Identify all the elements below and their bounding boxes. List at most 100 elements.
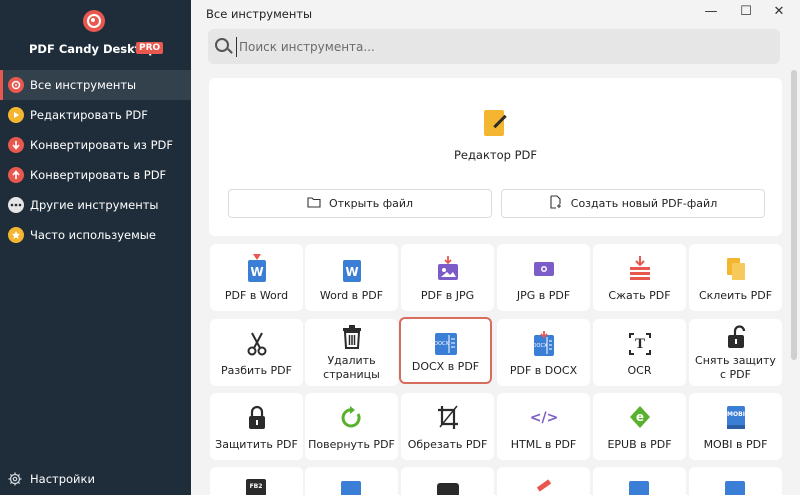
docx-glyph: DOCX — [434, 341, 449, 347]
tool-label: PDF в Word — [224, 289, 289, 302]
tool-ocr[interactable]: T OCR — [593, 319, 686, 386]
camera-icon — [437, 483, 459, 495]
scrollbar[interactable] — [791, 70, 797, 360]
tool-label: PDF в JPG — [420, 289, 475, 302]
edit-icon — [8, 107, 24, 123]
word-glyph: W — [345, 265, 359, 279]
tool-unlock-pdf[interactable]: Снять защиту с PDF — [689, 319, 782, 386]
pdf-editor-icon — [484, 110, 504, 136]
tool-label: Склеить PDF — [698, 289, 773, 302]
tool-partial-3[interactable] — [401, 467, 494, 495]
pen-icon — [536, 479, 552, 492]
tool-pdf-to-word[interactable]: W PDF в Word — [210, 244, 303, 311]
sidebar-item-label: Редактировать PDF — [30, 108, 148, 122]
word-to-pdf-icon: W — [341, 256, 363, 282]
docx-to-pdf-icon: DOCX — [434, 331, 457, 357]
tool-protect-pdf[interactable]: Защитить PDF — [210, 393, 303, 460]
search-input[interactable] — [236, 37, 766, 57]
tool-partial-1[interactable]: FB2 — [210, 467, 303, 495]
tool-partial-6[interactable] — [689, 467, 782, 495]
tool-label: Разбить PDF — [221, 364, 292, 377]
tool-split-pdf[interactable]: Разбить PDF — [210, 319, 303, 386]
brand: PDF Candy Desktop PRO — [0, 0, 191, 70]
ocr-glyph: T — [634, 335, 645, 352]
unlock-icon — [725, 324, 747, 350]
tool-rotate-pdf[interactable]: Повернуть PDF — [305, 393, 398, 460]
sidebar-item-edit-pdf[interactable]: Редактировать PDF — [0, 100, 191, 130]
pdf-editor-label: Редактор PDF — [453, 148, 538, 162]
doc-icon — [629, 481, 649, 495]
sidebar-item-label: Другие инструменты — [30, 198, 159, 212]
rotate-icon — [341, 405, 363, 431]
tool-label: Сжать PDF — [608, 289, 671, 302]
sidebar-nav: Все инструменты Редактировать PDF Конвер… — [0, 70, 191, 250]
close-button[interactable]: ✕ — [768, 2, 790, 20]
new-file-icon — [549, 195, 563, 212]
sidebar-item-convert-to-pdf[interactable]: Конвертировать в PDF — [0, 160, 191, 190]
main-panel: Все инструменты — ☐ ✕ Редактор PDF Откры… — [191, 0, 800, 495]
tool-compress-pdf[interactable]: Сжать PDF — [593, 244, 686, 311]
tool-crop-pdf[interactable]: Обрезать PDF — [401, 393, 494, 460]
create-new-pdf-button[interactable]: Создать новый PDF-файл — [501, 189, 765, 218]
tool-partial-5[interactable] — [593, 467, 686, 495]
mobi-icon: MOBI — [725, 405, 747, 431]
convert-to-icon — [8, 167, 24, 183]
star-icon — [8, 227, 24, 243]
docx-glyph: DOCX — [532, 343, 548, 349]
tool-merge-pdf[interactable]: Склеить PDF — [689, 244, 782, 311]
jpg-to-pdf-icon — [533, 256, 555, 282]
tool-label: Повернуть PDF — [308, 438, 395, 451]
candy-icon — [8, 77, 24, 93]
tool-word-to-pdf[interactable]: W Word в PDF — [305, 244, 398, 311]
merge-icon — [725, 256, 747, 282]
folder-icon — [307, 196, 321, 211]
pdf-to-jpg-icon — [437, 256, 459, 282]
tool-partial-2[interactable] — [305, 467, 398, 495]
tool-mobi-to-pdf[interactable]: MOBI MOBI в PDF — [689, 393, 782, 460]
sidebar-item-label: Конвертировать в PDF — [30, 168, 167, 182]
open-file-button[interactable]: Открыть файл — [228, 189, 492, 218]
sidebar-item-all-tools[interactable]: Все инструменты — [0, 70, 191, 100]
sidebar-item-label: Часто используемые — [30, 228, 156, 242]
fb2-icon: FB2 — [246, 479, 266, 495]
tool-label: DOCX в PDF — [411, 360, 480, 373]
tool-pdf-to-docx[interactable]: DOCX PDF в DOCX — [497, 319, 590, 386]
search-bar — [208, 29, 780, 64]
tool-label: EPUB в PDF — [607, 438, 672, 451]
pdf-to-word-icon: W — [246, 254, 268, 282]
tool-html-to-pdf[interactable]: </> HTML в PDF — [497, 393, 590, 460]
maximize-button[interactable]: ☐ — [735, 2, 757, 20]
image-icon — [341, 481, 361, 495]
sidebar-item-label: Все инструменты — [30, 78, 137, 92]
ocr-icon: T — [629, 331, 651, 357]
tool-pdf-to-jpg[interactable]: PDF в JPG — [401, 244, 494, 311]
minimize-button[interactable]: — — [700, 2, 722, 20]
sidebar-item-settings[interactable]: Настройки — [0, 465, 191, 493]
tool-label: Снять защиту с PDF — [695, 354, 776, 381]
tool-label: Word в PDF — [319, 289, 384, 302]
sidebar-item-frequent[interactable]: Часто используемые — [0, 220, 191, 250]
more-icon — [8, 197, 24, 213]
create-new-label: Создать новый PDF-файл — [570, 197, 718, 210]
sidebar-item-other-tools[interactable]: Другие инструменты — [0, 190, 191, 220]
lock-icon — [246, 405, 268, 431]
pdf-editor-card[interactable]: Редактор PDF Открыть файл Создать новый … — [209, 78, 782, 236]
tool-label: JPG в PDF — [516, 289, 571, 302]
pro-badge: PRO — [136, 42, 164, 54]
tool-label: Обрезать PDF — [407, 438, 488, 451]
tool-label: Защитить PDF — [215, 438, 298, 451]
tool-label: OCR — [627, 364, 652, 377]
crop-icon — [437, 405, 459, 431]
window-title: Все инструменты — [206, 7, 313, 21]
tool-partial-4[interactable] — [497, 467, 590, 495]
tool-jpg-to-pdf[interactable]: JPG в PDF — [497, 244, 590, 311]
tool-delete-pages[interactable]: Удалить страницы — [305, 319, 398, 386]
settings-label: Настройки — [30, 472, 95, 486]
pdf-to-docx-icon: DOCX — [533, 331, 555, 357]
mobi-glyph: MOBI — [727, 410, 745, 418]
tool-epub-to-pdf[interactable]: e EPUB в PDF — [593, 393, 686, 460]
open-file-label: Открыть файл — [328, 197, 414, 210]
tool-docx-to-pdf[interactable]: DOCX DOCX в PDF — [399, 317, 492, 384]
html-glyph: </> — [529, 410, 559, 426]
sidebar-item-convert-from-pdf[interactable]: Конвертировать из PDF — [0, 130, 191, 160]
